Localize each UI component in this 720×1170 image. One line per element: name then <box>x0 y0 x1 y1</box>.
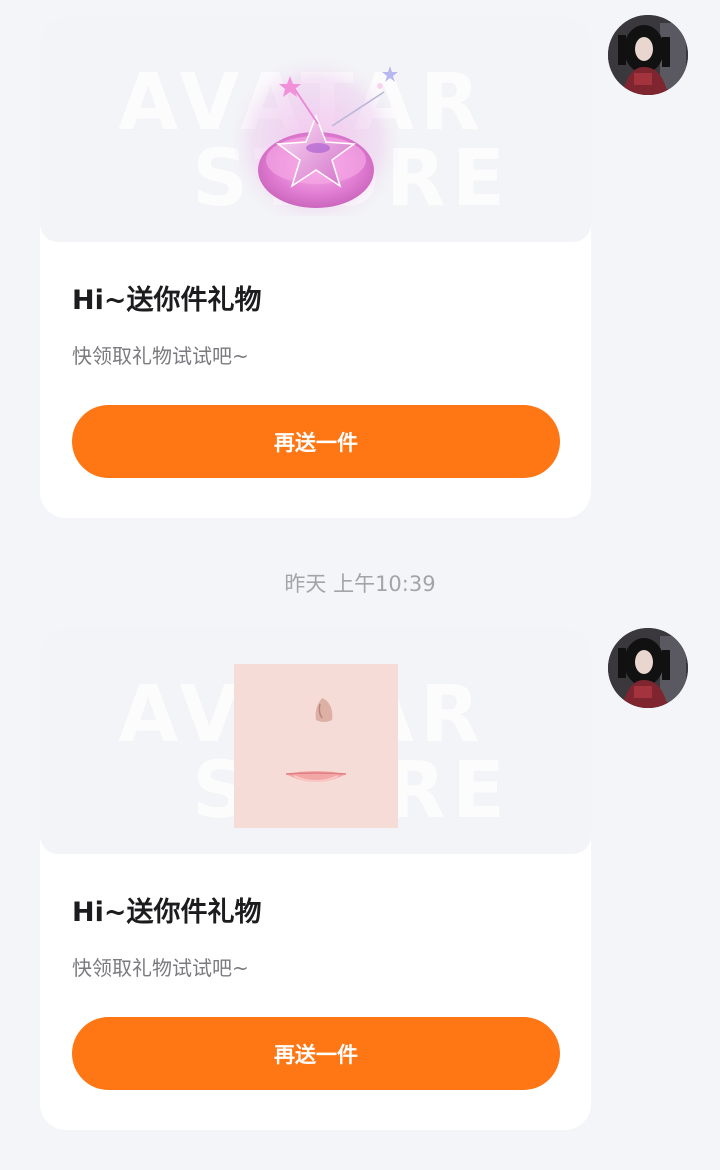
avatar-image <box>608 628 688 708</box>
gift-banner: AVATAR STORE <box>40 628 591 854</box>
chat-view: AVATAR STORE <box>0 0 720 1170</box>
avatar-image <box>608 15 688 95</box>
gift-message-title: Hi~送你件礼物 <box>72 897 262 928</box>
gift-message-subtitle: 快领取礼物试试吧~ <box>72 956 249 980</box>
sender-avatar[interactable] <box>608 15 688 95</box>
gift-message-subtitle: 快领取礼物试试吧~ <box>72 344 249 368</box>
gift-message-title: Hi~送你件礼物 <box>72 285 262 316</box>
send-another-button[interactable]: 再送一件 <box>72 1017 560 1090</box>
gift-banner: AVATAR STORE <box>40 16 591 242</box>
send-another-button[interactable]: 再送一件 <box>72 405 560 478</box>
star-bowl-gift-image[interactable] <box>234 52 398 216</box>
sender-avatar[interactable] <box>608 628 688 708</box>
face-makeup-gift-image[interactable] <box>234 664 398 828</box>
message-timestamp: 昨天 上午10:39 <box>284 572 436 596</box>
gift-message-card[interactable]: AVATAR STORE <box>40 16 591 518</box>
gift-message-card[interactable]: AVATAR STORE Hi~送你件礼物 快领取礼物试试吧~ 再送一件 <box>40 628 591 1130</box>
